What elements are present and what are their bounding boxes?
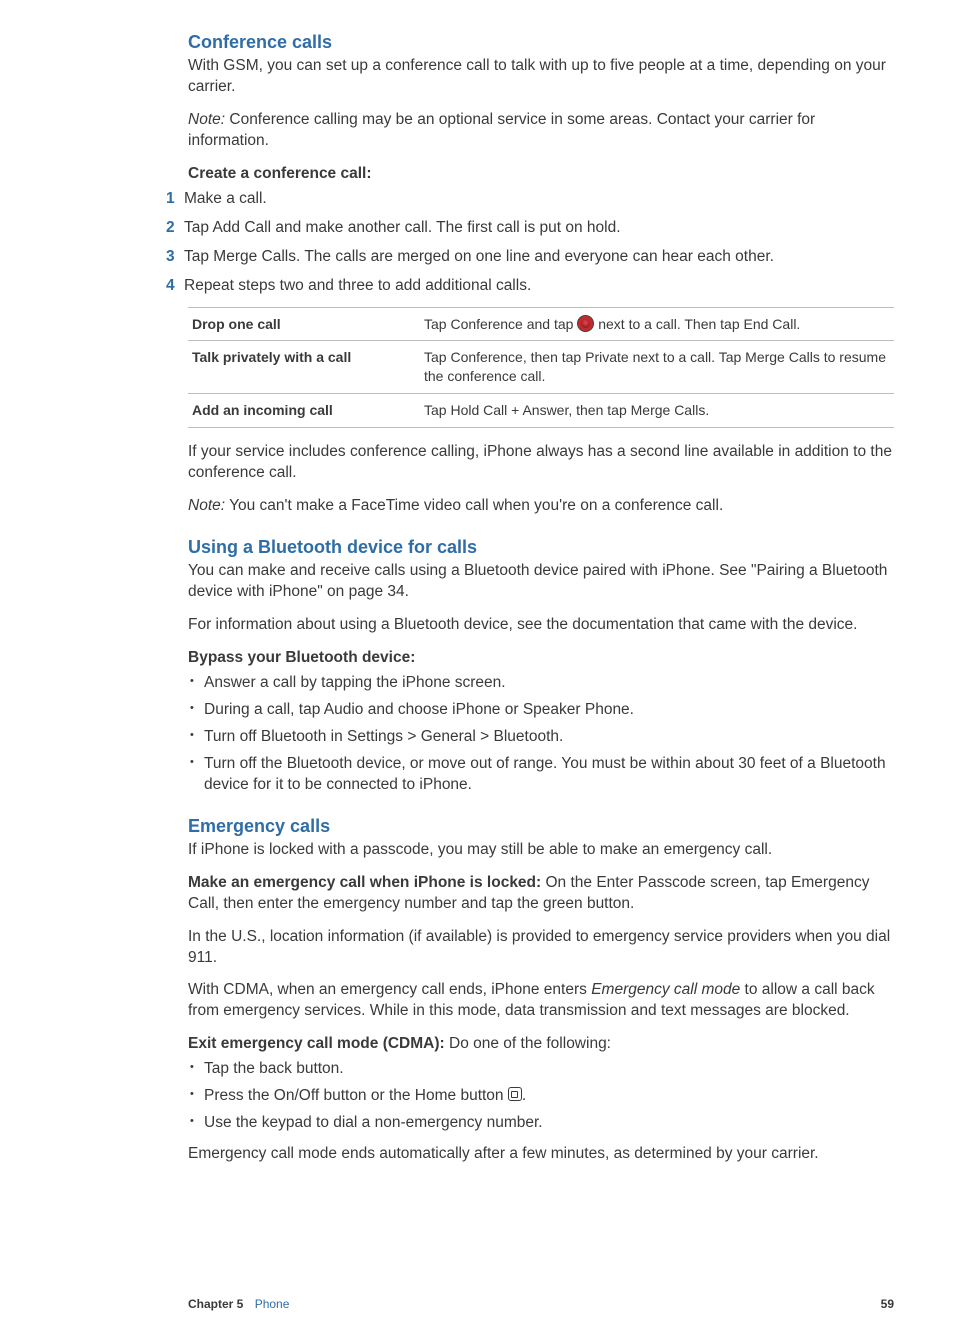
table-cell-left: Drop one call xyxy=(188,307,420,341)
note-paragraph: Note: You can't make a FaceTime video ca… xyxy=(188,496,894,517)
note-label: Note: xyxy=(188,111,225,128)
paragraph: For information about using a Bluetooth … xyxy=(188,615,894,636)
home-button-icon xyxy=(508,1087,522,1101)
list-item: During a call, tap Audio and choose iPho… xyxy=(188,700,894,721)
step-text: Tap Add Call and make another call. The … xyxy=(184,219,621,236)
make-emergency-label: Make an emergency call when iPhone is lo… xyxy=(188,874,541,891)
cell-text: next to a call. Then tap End Call. xyxy=(594,316,800,332)
create-conference-label: Create a conference call: xyxy=(188,164,894,185)
table-cell-right: Tap Conference, then tap Private next to… xyxy=(420,341,894,394)
conference-steps-list: 1Make a call. 2Tap Add Call and make ano… xyxy=(188,189,894,297)
table-cell-right: Tap Hold Call + Answer, then tap Merge C… xyxy=(420,394,894,428)
table-row: Drop one call Tap Conference and tap nex… xyxy=(188,307,894,341)
list-item: Answer a call by tapping the iPhone scre… xyxy=(188,673,894,694)
list-item: 2Tap Add Call and make another call. The… xyxy=(166,218,894,239)
paragraph: Emergency call mode ends automatically a… xyxy=(188,1144,894,1165)
table-row: Add an incoming call Tap Hold Call + Ans… xyxy=(188,394,894,428)
step-text: Tap Merge Calls. The calls are merged on… xyxy=(184,248,774,265)
step-number: 3 xyxy=(166,247,184,268)
table-cell-right: Tap Conference and tap next to a call. T… xyxy=(420,307,894,341)
step-number: 4 xyxy=(166,276,184,297)
list-item: 4Repeat steps two and three to add addit… xyxy=(166,276,894,297)
exit-emergency-label: Exit emergency call mode (CDMA): xyxy=(188,1035,445,1052)
step-number: 1 xyxy=(166,189,184,210)
note-label: Note: xyxy=(188,497,225,514)
list-item: Press the On/Off button or the Home butt… xyxy=(188,1086,894,1107)
table-cell-left: Add an incoming call xyxy=(188,394,420,428)
paragraph: With GSM, you can set up a conference ca… xyxy=(188,56,894,98)
bypass-bluetooth-label: Bypass your Bluetooth device: xyxy=(188,648,894,669)
bluetooth-bypass-list: Answer a call by tapping the iPhone scre… xyxy=(188,673,894,796)
paragraph: If iPhone is locked with a passcode, you… xyxy=(188,840,894,861)
bullet-text: Press the On/Off button or the Home butt… xyxy=(204,1087,508,1104)
step-number: 2 xyxy=(166,218,184,239)
bullet-text: Turn off the Bluetooth device, or move o… xyxy=(204,755,886,793)
heading-bluetooth: Using a Bluetooth device for calls xyxy=(188,535,894,559)
conference-actions-table: Drop one call Tap Conference and tap nex… xyxy=(188,307,894,429)
list-item: 3Tap Merge Calls. The calls are merged o… xyxy=(166,247,894,268)
cell-text: Tap Conference and tap xyxy=(424,316,577,332)
page-content: Conference calls With GSM, you can set u… xyxy=(0,0,954,1336)
paragraph: If your service includes conference call… xyxy=(188,442,894,484)
heading-emergency: Emergency calls xyxy=(188,814,894,838)
paragraph: Exit emergency call mode (CDMA): Do one … xyxy=(188,1034,894,1055)
paragraph: In the U.S., location information (if av… xyxy=(188,927,894,969)
paragraph-text: Do one of the following: xyxy=(449,1035,611,1052)
heading-conference-calls: Conference calls xyxy=(188,30,894,54)
emergency-mode-term: Emergency call mode xyxy=(591,981,740,998)
list-item: Turn off the Bluetooth device, or move o… xyxy=(188,754,894,796)
note-text: Conference calling may be an optional se… xyxy=(188,111,815,149)
table-row: Talk privately with a call Tap Conferenc… xyxy=(188,341,894,394)
paragraph: Make an emergency call when iPhone is lo… xyxy=(188,873,894,915)
footer-page-number: 59 xyxy=(881,1296,894,1312)
note-text: You can't make a FaceTime video call whe… xyxy=(229,497,723,514)
footer-chapter-label: Chapter 5 xyxy=(188,1297,243,1311)
note-paragraph: Note: Conference calling may be an optio… xyxy=(188,110,894,152)
list-item: 1Make a call. xyxy=(166,189,894,210)
end-call-icon xyxy=(577,315,594,332)
bullet-text: Turn off Bluetooth in Settings > General… xyxy=(204,728,563,745)
table-cell-left: Talk privately with a call xyxy=(188,341,420,394)
paragraph-text: With CDMA, when an emergency call ends, … xyxy=(188,981,591,998)
exit-emergency-list: Tap the back button. Press the On/Off bu… xyxy=(188,1059,894,1134)
list-item: Use the keypad to dial a non-emergency n… xyxy=(188,1113,894,1134)
list-item: Tap the back button. xyxy=(188,1059,894,1080)
step-text: Make a call. xyxy=(184,190,267,207)
bullet-text: Answer a call by tapping the iPhone scre… xyxy=(204,674,506,691)
bullet-text: Use the keypad to dial a non-emergency n… xyxy=(204,1114,543,1131)
paragraph: With CDMA, when an emergency call ends, … xyxy=(188,980,894,1022)
list-item: Turn off Bluetooth in Settings > General… xyxy=(188,727,894,748)
bullet-text: During a call, tap Audio and choose iPho… xyxy=(204,701,634,718)
footer-chapter-name: Phone xyxy=(255,1297,290,1311)
paragraph: You can make and receive calls using a B… xyxy=(188,561,894,603)
page-footer: Chapter 5 Phone 59 xyxy=(188,1296,894,1312)
bullet-text: Tap the back button. xyxy=(204,1060,344,1077)
step-text: Repeat steps two and three to add additi… xyxy=(184,277,531,294)
